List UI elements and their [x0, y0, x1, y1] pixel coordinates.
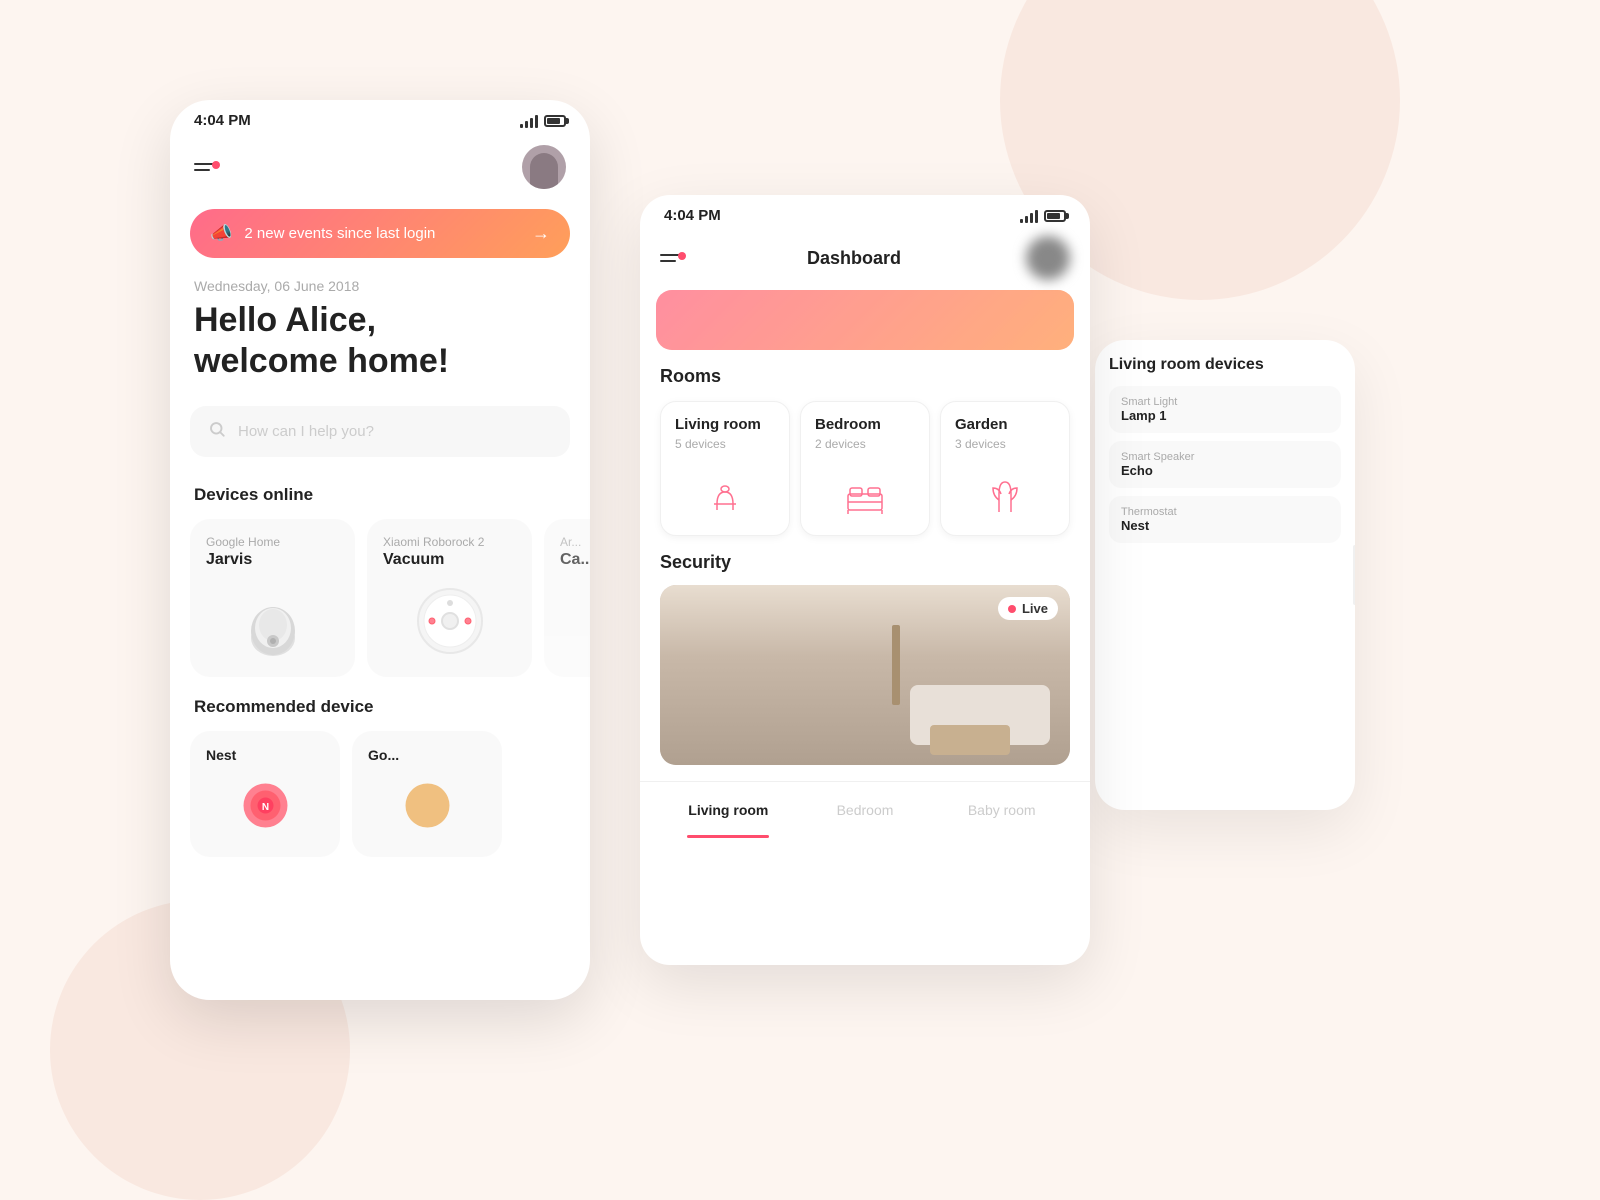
left-status-icons [520, 114, 566, 128]
room-devices-bedroom: 2 devices [815, 437, 915, 451]
tab-baby-room[interactable]: Baby room [933, 794, 1070, 826]
vacuum-icon [410, 581, 490, 661]
left-phone-header [170, 137, 590, 205]
recommended-list: Nest N Go... [170, 731, 590, 857]
date-label: Wednesday, 06 June 2018 [170, 278, 590, 300]
bottom-tabs: Living room Bedroom Baby room [640, 781, 1090, 826]
right-status-time: 4:04 PM [664, 207, 721, 224]
right-phone-card: 4:04 PM Dashboard Ro [640, 195, 1090, 965]
device-brand-partial: Ar... [560, 535, 590, 549]
room-name-garden: Garden [955, 416, 1055, 433]
right-status-bar: 4:04 PM [640, 195, 1090, 232]
dashboard-title: Dashboard [682, 248, 1026, 269]
partial-card-indicator [1353, 545, 1355, 605]
notification-dot [212, 161, 220, 169]
search-icon [208, 420, 226, 443]
google-home-icon [243, 583, 303, 658]
bedroom-icon [815, 471, 915, 521]
recommended-section-title: Recommended device [170, 697, 590, 731]
room-card-garden[interactable]: Garden 3 devices [940, 401, 1070, 536]
right-notification-dot [678, 252, 686, 260]
device-name-jarvis: Jarvis [206, 551, 339, 569]
right-phone-header: Dashboard [640, 232, 1090, 290]
device-name-partial: Ca... [560, 551, 590, 569]
garden-icon [955, 471, 1055, 521]
room-card-bedroom[interactable]: Bedroom 2 devices [800, 401, 930, 536]
room-devices-living: 5 devices [675, 437, 775, 451]
signal-bars-icon [520, 114, 538, 128]
left-status-bar: 4:04 PM [170, 100, 590, 137]
security-title: Security [660, 552, 1070, 573]
right-menu-button[interactable] [660, 254, 682, 262]
tab-bedroom[interactable]: Bedroom [797, 794, 934, 826]
right-signal-icon [1020, 209, 1038, 223]
notification-banner[interactable]: 📣 2 new events since last login → [190, 209, 570, 258]
rooms-title: Rooms [660, 366, 1070, 387]
device-brand-jarvis: Google Home [206, 535, 339, 549]
lr-device-1[interactable]: Smart Light Lamp 1 [1109, 386, 1341, 433]
rec-device-go: Go... [368, 747, 486, 763]
live-badge: Live [998, 597, 1058, 620]
device-card-vacuum[interactable]: Xiaomi Roborock 2 Vacuum [367, 519, 532, 677]
right-banner [656, 290, 1074, 350]
tab-living-room[interactable]: Living room [660, 794, 797, 826]
search-placeholder: How can I help you? [238, 423, 374, 440]
greeting-text: Hello Alice, welcome home! [170, 300, 590, 406]
devices-section-title: Devices online [170, 485, 590, 519]
search-bar[interactable]: How can I help you? [190, 406, 570, 457]
banner-text: 2 new events since last login [244, 225, 435, 242]
rec-device-nest: Nest [206, 747, 324, 763]
right-battery-icon [1044, 210, 1066, 222]
lr-devices-list: Smart Light Lamp 1 Smart Speaker Echo Th… [1109, 386, 1341, 543]
live-dot-icon [1008, 605, 1016, 613]
device-brand-vacuum: Xiaomi Roborock 2 [383, 535, 516, 549]
banner-arrow-icon: → [532, 223, 550, 244]
security-camera[interactable]: Live [660, 585, 1070, 765]
left-status-time: 4:04 PM [194, 112, 251, 129]
far-right-phone-card: Living room devices Smart Light Lamp 1 S… [1095, 340, 1355, 810]
google-home-image [206, 581, 339, 661]
room-name-living: Living room [675, 416, 775, 433]
room-name-bedroom: Bedroom [815, 416, 915, 433]
rooms-section: Rooms Living room 5 devices Bed [640, 366, 1090, 552]
security-section: Security Live [640, 552, 1090, 781]
menu-button[interactable] [194, 163, 216, 171]
svg-text:N: N [261, 802, 268, 813]
right-avatar[interactable] [1026, 236, 1070, 280]
lr-device-3[interactable]: Thermostat Nest [1109, 496, 1341, 543]
devices-list: Google Home Jarvis Xiaomi Roborock 2 Vac… [170, 519, 590, 697]
avatar[interactable] [522, 145, 566, 189]
left-phone-card: 4:04 PM 📣 2 n [170, 100, 590, 1000]
live-text: Live [1022, 601, 1048, 616]
recommended-card-go[interactable]: Go... [352, 731, 502, 857]
rooms-grid: Living room 5 devices Bedroom 2 devices [660, 401, 1070, 536]
lr-device-2[interactable]: Smart Speaker Echo [1109, 441, 1341, 488]
living-room-icon [675, 471, 775, 521]
megaphone-icon: 📣 [210, 223, 232, 244]
room-card-living[interactable]: Living room 5 devices [660, 401, 790, 536]
device-card-partial[interactable]: Ar... Ca... [544, 519, 590, 677]
device-name-vacuum: Vacuum [383, 551, 516, 569]
device-card-jarvis[interactable]: Google Home Jarvis [190, 519, 355, 677]
battery-icon [544, 115, 566, 127]
go-icon [400, 778, 455, 833]
right-status-icons [1020, 209, 1066, 223]
recommended-card-nest[interactable]: Nest N [190, 731, 340, 857]
room-devices-garden: 3 devices [955, 437, 1055, 451]
nest-icon: N [238, 778, 293, 833]
far-right-section-title: Living room devices [1109, 356, 1341, 374]
vacuum-image [383, 581, 516, 661]
